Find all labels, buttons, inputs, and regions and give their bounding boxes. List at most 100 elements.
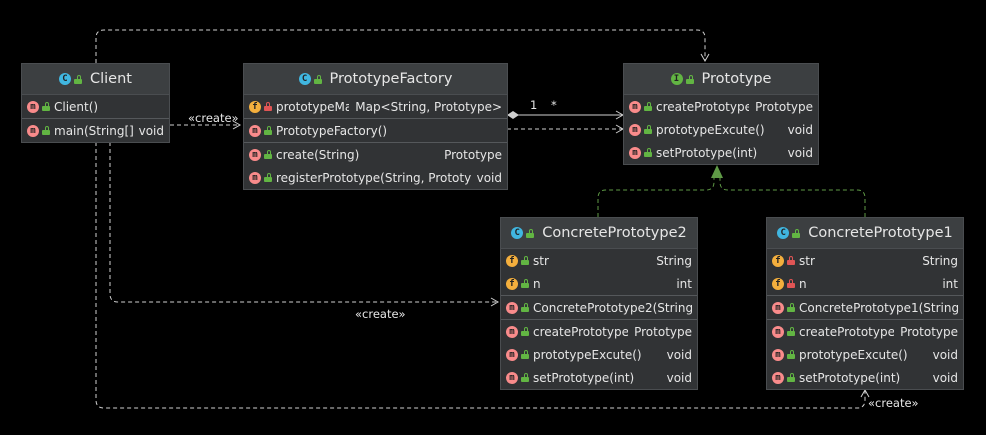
member-section: m createPrototype() Prototype m prototypeExc… <box>624 95 818 164</box>
member-section: m PrototypeFactory() <box>244 119 507 143</box>
method-row[interactable]: m ConcretePrototype1(String) <box>767 296 963 319</box>
member-type: Prototype <box>444 147 502 162</box>
method-icon: m <box>629 123 641 136</box>
member-name: n <box>799 276 807 291</box>
member-name: str <box>533 253 549 268</box>
class-name: ConcretePrototype1 <box>808 225 953 241</box>
public-visibility-icon <box>264 126 272 135</box>
member-section: m ConcretePrototype2(String) <box>501 296 697 320</box>
method-row[interactable]: m createPrototype() Prototype <box>767 320 963 343</box>
member-name: setPrototype(int) <box>533 370 635 385</box>
method-row[interactable]: m createPrototype() Prototype <box>624 95 818 118</box>
member-section: m ConcretePrototype1(String) <box>767 296 963 320</box>
public-visibility-icon <box>787 373 795 382</box>
member-name: PrototypeFactory() <box>276 123 388 138</box>
member-name: create(String) <box>276 147 360 162</box>
public-visibility-icon <box>521 350 529 359</box>
method-icon: m <box>249 171 261 184</box>
class-header: I Prototype <box>624 64 818 95</box>
method-row[interactable]: m prototypeExcute() void <box>624 118 818 141</box>
field-icon: f <box>506 277 518 290</box>
public-visibility-icon <box>521 279 529 288</box>
realization-arrowhead <box>711 165 723 178</box>
method-row[interactable]: m setPrototype(int) void <box>624 141 818 164</box>
method-row[interactable]: m PrototypeFactory() <box>244 119 507 142</box>
member-section: f str String f n int <box>501 249 697 296</box>
method-row[interactable]: m setPrototype(int) void <box>767 366 963 389</box>
field-icon: f <box>249 100 261 113</box>
method-icon: m <box>772 348 784 361</box>
member-section: m Client() <box>22 95 169 119</box>
class-concrete-prototype2[interactable]: C ConcretePrototype2 f str String f n int m Concr… <box>500 217 698 390</box>
realization-cp1-prototype <box>719 178 866 217</box>
realization-cp2-prototype <box>597 178 715 217</box>
class-icon: C <box>777 227 790 239</box>
method-row[interactable]: m setPrototype(int) void <box>501 366 697 389</box>
class-icon: C <box>59 73 71 85</box>
method-icon: m <box>506 301 518 314</box>
method-row[interactable]: m registerPrototype(String, Prototype) voi… <box>244 166 507 189</box>
class-concrete-prototype1[interactable]: C ConcretePrototype1 f str String f n int m Concr… <box>766 217 964 390</box>
class-name: Prototype <box>701 71 772 87</box>
class-client[interactable]: C Client m Client() m main(String[]) void <box>21 63 170 143</box>
interface-prototype[interactable]: I Prototype m createPrototype() Prototype m pr… <box>623 63 819 165</box>
public-visibility-icon <box>526 228 535 238</box>
public-visibility-icon <box>521 256 529 265</box>
method-icon: m <box>27 100 39 113</box>
public-visibility-icon <box>685 74 694 84</box>
member-name: createPrototype() <box>533 324 629 339</box>
member-name: prototypeMap <box>276 99 350 114</box>
method-icon: m <box>772 325 784 338</box>
field-row[interactable]: f str String <box>501 249 697 272</box>
member-type: void <box>476 170 502 185</box>
member-name: ConcretePrototype1(String) <box>799 300 958 315</box>
member-name: prototypeExcute() <box>656 122 765 137</box>
member-type: String <box>656 253 692 268</box>
field-row[interactable]: f str String <box>767 249 963 272</box>
create-label-cp2: «create» <box>355 307 406 321</box>
multiplicity-target: * <box>551 98 557 112</box>
method-icon: m <box>772 371 784 384</box>
member-name: prototypeExcute() <box>533 347 642 362</box>
method-icon: m <box>629 146 641 159</box>
member-type: void <box>932 370 958 385</box>
private-visibility-icon <box>264 102 272 111</box>
member-name: n <box>533 276 541 291</box>
private-visibility-icon <box>787 279 795 288</box>
member-type: String <box>922 253 958 268</box>
member-type: void <box>138 123 164 138</box>
method-icon: m <box>249 148 261 161</box>
field-row[interactable]: f n int <box>767 272 963 295</box>
public-visibility-icon <box>644 148 652 157</box>
public-visibility-icon <box>42 126 50 135</box>
method-row[interactable]: m Client() <box>22 95 169 118</box>
member-name: setPrototype(int) <box>799 370 901 385</box>
member-section: m create(String) Prototype m registerPrototy… <box>244 143 507 189</box>
method-icon: m <box>249 124 261 137</box>
method-row[interactable]: m prototypeExcute() void <box>501 343 697 366</box>
class-header: C PrototypeFactory <box>244 64 507 95</box>
method-icon: m <box>506 325 518 338</box>
class-icon: C <box>298 73 311 85</box>
member-name: prototypeExcute() <box>799 347 908 362</box>
field-row[interactable]: f prototypeMap Map<String, Prototype> <box>244 95 507 118</box>
method-row[interactable]: m ConcretePrototype2(String) <box>501 296 697 319</box>
member-section: f str String f n int <box>767 249 963 296</box>
member-type: void <box>932 347 958 362</box>
public-visibility-icon <box>313 74 322 84</box>
member-section: m main(String[]) void <box>22 119 169 142</box>
method-row[interactable]: m main(String[]) void <box>22 119 169 142</box>
field-row[interactable]: f n int <box>501 272 697 295</box>
multiplicity-source: 1 <box>530 98 538 112</box>
member-section: f prototypeMap Map<String, Prototype> <box>244 95 507 119</box>
method-icon: m <box>506 348 518 361</box>
method-row[interactable]: m createPrototype() Prototype <box>501 320 697 343</box>
public-visibility-icon <box>644 125 652 134</box>
member-name: ConcretePrototype2(String) <box>533 300 692 315</box>
member-section: m createPrototype() Prototype m prototypeExc… <box>767 320 963 389</box>
method-row[interactable]: m prototypeExcute() void <box>767 343 963 366</box>
public-visibility-icon <box>42 102 50 111</box>
method-row[interactable]: m create(String) Prototype <box>244 143 507 166</box>
class-prototype-factory[interactable]: C PrototypeFactory f prototypeMap Map<String… <box>243 63 508 190</box>
member-name: Client() <box>54 99 99 114</box>
